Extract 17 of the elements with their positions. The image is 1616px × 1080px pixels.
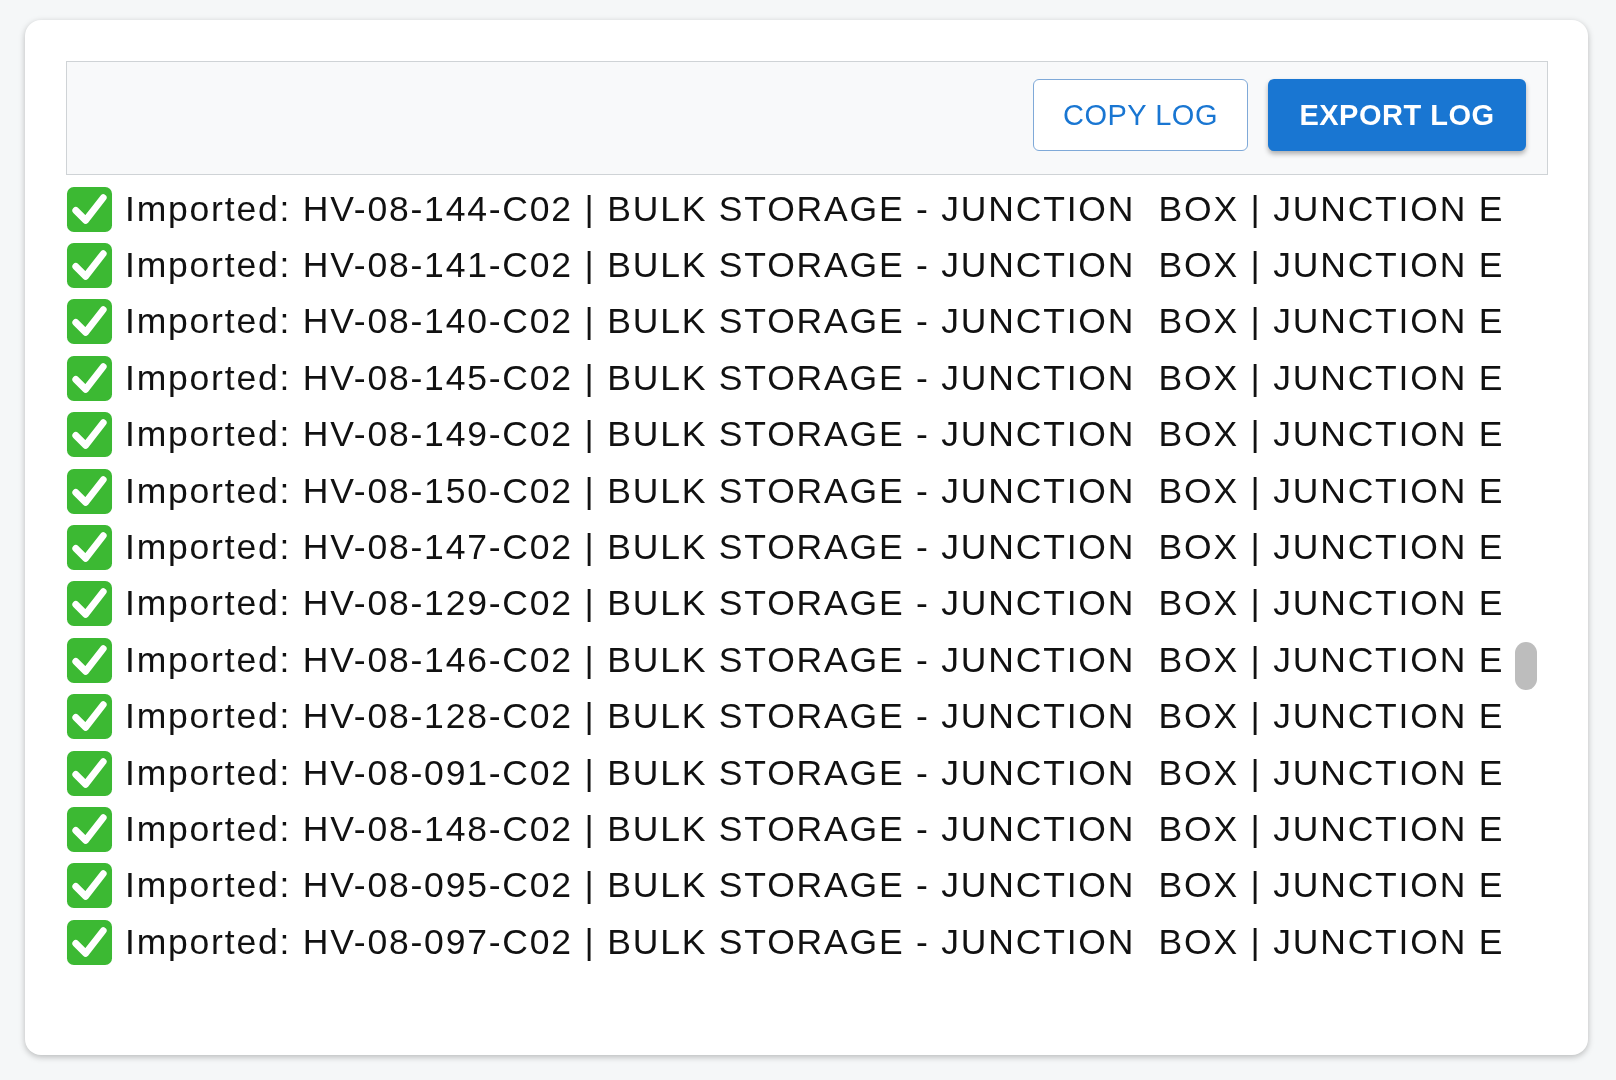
log-entry: Imported: HV-08-149-C02 | BULK STORAGE - JUNCTION BOX | JUNCTION E xyxy=(125,414,1505,456)
log-entry: Imported: HV-08-148-C02 | BULK STORAGE - JUNCTION BOX | JUNCTION E xyxy=(125,809,1505,850)
log-entry: Imported: HV-08-147-C02 | BULK STORAGE - JUNCTION BOX | JUNCTION E xyxy=(125,527,1505,569)
log-entry: Imported: HV-08-141-C02 | BULK STORAGE - JUNCTION BOX | JUNCTION E xyxy=(125,245,1505,287)
log-entry: Imported: HV-08-150-C02 | BULK STORAGE - JUNCTION BOX | JUNCTION E xyxy=(125,470,1505,512)
log-entry: Imported: HV-08-146-C02 | BULK STORAGE - JUNCTION BOX | JUNCTION E xyxy=(125,639,1505,681)
log-entry: Imported: HV-08-095-C02 | BULK STORAGE - JUNCTION BOX | JUNCTION E xyxy=(125,865,1505,907)
scrollbar-thumb[interactable] xyxy=(1515,642,1537,690)
log-entry: Imported: HV-08-129-C02 | BULK STORAGE - JUNCTION BOX | JUNCTION E xyxy=(125,583,1505,625)
log-entry: Imported: HV-08-128-C02 | BULK STORAGE - JUNCTION BOX | JUNCTION E xyxy=(125,696,1505,738)
log-entry: Imported: HV-08-091-C02 | BULK STORAGE - JUNCTION BOX | JUNCTION E xyxy=(125,752,1505,794)
log-entry: Imported: HV-08-145-C02 | BULK STORAGE - JUNCTION BOX | JUNCTION E xyxy=(125,357,1505,399)
export-button[interactable]: EXPORT LOG xyxy=(1268,79,1526,151)
log-entry: Imported: HV-08-144-C02 | BULK STORAGE - JUNCTION BOX | JUNCTION E xyxy=(125,188,1505,230)
log-entry: Imported: HV-08-140-C02 | BULK STORAGE - JUNCTION BOX | JUNCTION E xyxy=(125,301,1505,343)
copy-button[interactable]: COPY LOG xyxy=(1033,79,1248,151)
log-entry: Imported: HV-08-097-C02 | BULK STORAGE - JUNCTION BOX | JUNCTION E xyxy=(125,921,1505,963)
